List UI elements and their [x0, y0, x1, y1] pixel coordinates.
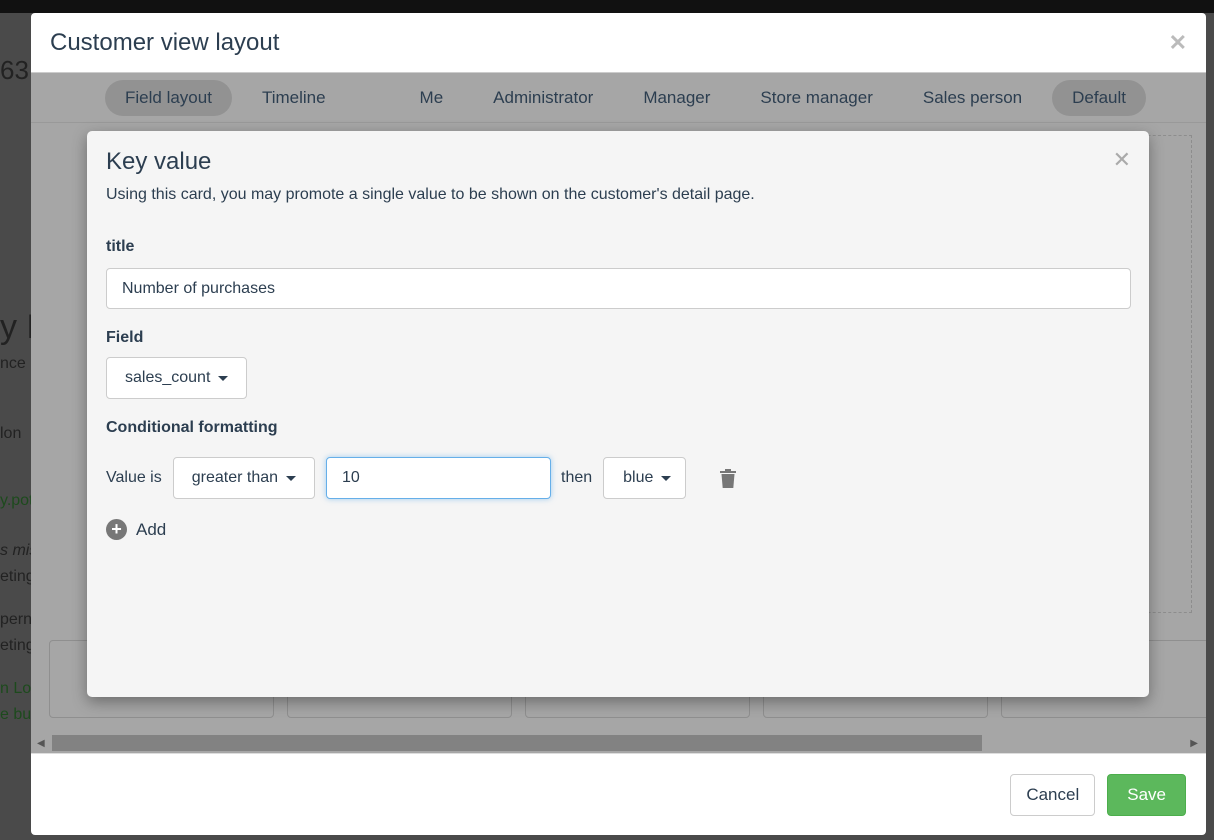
bg-text: y.pot	[0, 492, 34, 509]
bg-text: lon	[0, 425, 22, 442]
field-value: sales_count	[125, 369, 211, 386]
plus-circle-icon: +	[106, 519, 127, 540]
field-dropdown[interactable]: sales_count	[106, 357, 248, 399]
color-dropdown[interactable]: blue	[603, 457, 687, 499]
tab-administrator[interactable]: Administrator	[473, 80, 613, 116]
value-is-label: Value is	[106, 469, 162, 486]
trash-icon[interactable]	[720, 468, 737, 488]
bg-text: eting	[0, 568, 35, 585]
add-label: Add	[136, 519, 167, 539]
tab-field-layout[interactable]: Field layout	[105, 79, 232, 116]
tab-default[interactable]: Default	[1052, 79, 1146, 116]
key-value-dialog: Key value ✕ Using this card, you may pro…	[87, 131, 1149, 697]
caret-down-icon	[661, 475, 672, 481]
bg-text: nce	[0, 355, 26, 372]
horizontal-scrollbar[interactable]: ◀ ▶	[31, 733, 1206, 753]
conditional-formatting-label: Conditional formatting	[106, 419, 278, 436]
save-button[interactable]: Save	[1107, 773, 1186, 816]
cancel-button[interactable]: Cancel	[1010, 773, 1096, 816]
modal-title: Customer view layout	[50, 28, 280, 56]
bg-text: eting	[0, 637, 35, 654]
tab-store-manager[interactable]: Store manager	[740, 80, 892, 116]
threshold-input[interactable]	[326, 457, 552, 499]
title-input[interactable]	[106, 268, 1131, 309]
color-value: blue	[623, 469, 654, 486]
operator-dropdown[interactable]: greater than	[172, 457, 316, 499]
modal-header: Customer view layout ✕	[31, 13, 1206, 73]
dialog-description: Using this card, you may promote a singl…	[106, 186, 755, 203]
scrollbar-thumb[interactable]	[52, 735, 982, 751]
caret-down-icon	[286, 475, 297, 481]
title-label: title	[106, 238, 135, 255]
bg-text: n Lo	[0, 680, 32, 697]
bg-text: e bu	[0, 706, 32, 723]
tab-sales-person[interactable]: Sales person	[903, 80, 1042, 116]
tab-me[interactable]: Me	[400, 80, 464, 116]
dialog-title: Key value	[106, 148, 212, 175]
operator-value: greater than	[191, 469, 279, 486]
tab-timeline[interactable]: Timeline	[242, 80, 346, 116]
close-icon[interactable]: ✕	[1169, 30, 1187, 56]
close-icon[interactable]: ✕	[1113, 147, 1131, 173]
tab-manager[interactable]: Manager	[623, 80, 730, 116]
formatting-rule: Value is greater than then blue	[106, 457, 1130, 499]
scroll-right-icon[interactable]: ▶	[1190, 738, 1198, 749]
field-label: Field	[106, 329, 144, 346]
background-topbar	[0, 0, 1214, 13]
role-tabs: Field layout Timeline Me Administrator M…	[31, 73, 1206, 123]
modal-footer: Cancel Save	[31, 753, 1206, 835]
bg-text: pern	[0, 611, 33, 628]
scroll-left-icon[interactable]: ◀	[37, 738, 45, 749]
caret-down-icon	[218, 375, 229, 381]
then-label: then	[561, 469, 593, 486]
add-rule-button[interactable]: + Add	[106, 519, 1130, 540]
bg-text: 63	[0, 55, 29, 85]
